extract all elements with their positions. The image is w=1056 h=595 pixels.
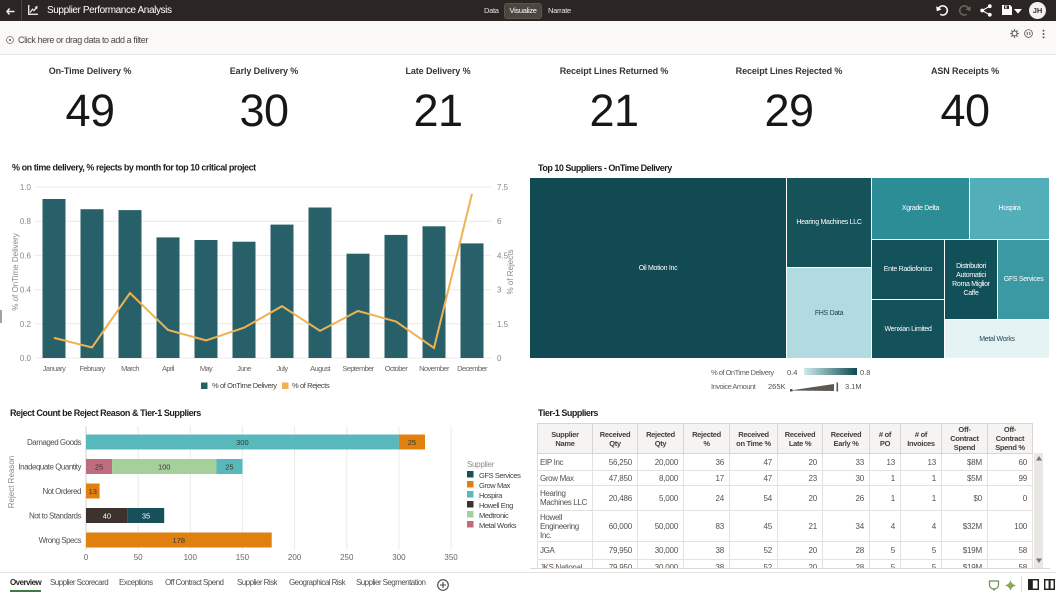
svg-text:Inadequate Quantity: Inadequate Quantity	[18, 463, 81, 472]
svg-text:December: December	[457, 364, 488, 373]
svg-text:Wrong Specs: Wrong Specs	[39, 536, 82, 545]
svg-text:7.5: 7.5	[497, 183, 509, 192]
svg-text:1.5: 1.5	[497, 320, 509, 329]
svg-text:1.0: 1.0	[20, 183, 32, 192]
svg-text:February: February	[79, 364, 105, 373]
svg-text:178: 178	[173, 536, 186, 545]
svg-text:6: 6	[497, 217, 502, 226]
svg-text:August: August	[310, 364, 331, 373]
svg-text:25: 25	[408, 438, 416, 447]
svg-text:Grow Max: Grow Max	[479, 481, 511, 490]
svg-text:% of OnTime Delivery: % of OnTime Delivery	[11, 233, 20, 311]
svg-text:3: 3	[497, 286, 502, 295]
svg-text:350: 350	[444, 553, 458, 562]
svg-text:40: 40	[103, 512, 111, 521]
svg-text:GFS Services: GFS Services	[479, 471, 521, 480]
svg-text:July: July	[277, 364, 289, 373]
svg-text:March: March	[121, 364, 139, 373]
svg-text:Not Ordered: Not Ordered	[42, 487, 81, 496]
svg-text:April: April	[162, 364, 175, 373]
svg-text:13: 13	[89, 487, 97, 496]
svg-text:Reject Reason: Reject Reason	[7, 456, 16, 508]
svg-text:January: January	[43, 364, 66, 373]
svg-text:0: 0	[84, 553, 89, 562]
svg-text:Medtronic: Medtronic	[479, 511, 509, 520]
svg-text:250: 250	[340, 553, 354, 562]
svg-text:0.2: 0.2	[20, 320, 32, 329]
svg-text:25: 25	[225, 463, 233, 472]
svg-text:35: 35	[142, 512, 150, 521]
svg-text:150: 150	[236, 553, 250, 562]
svg-text:25: 25	[95, 463, 103, 472]
svg-text:Supplier: Supplier	[467, 460, 495, 469]
svg-text:Hospira: Hospira	[479, 491, 503, 500]
svg-text:Metal Works: Metal Works	[479, 521, 517, 530]
svg-text:100: 100	[184, 553, 198, 562]
svg-text:0.0: 0.0	[20, 354, 32, 363]
svg-text:0.4: 0.4	[20, 286, 32, 295]
svg-text:October: October	[385, 364, 409, 373]
svg-text:% on time delivery, % rejects: % on time delivery, % rejects by month f…	[12, 163, 256, 173]
svg-text:200: 200	[288, 553, 302, 562]
svg-text:Not to Standards: Not to Standards	[29, 512, 82, 521]
svg-text:0.6: 0.6	[20, 251, 32, 260]
svg-text:0.8: 0.8	[20, 217, 32, 226]
svg-text:% of OnTime Delivery: % of OnTime Delivery	[212, 381, 277, 390]
svg-text:May: May	[200, 364, 213, 373]
svg-text:Damaged Goods: Damaged Goods	[27, 438, 81, 447]
svg-text:% of Rejects: % of Rejects	[506, 250, 515, 295]
svg-text:50: 50	[134, 553, 143, 562]
svg-text:June: June	[237, 364, 251, 373]
svg-text:100: 100	[158, 463, 171, 472]
svg-text:300: 300	[236, 438, 249, 447]
svg-text:300: 300	[392, 553, 406, 562]
svg-text:0: 0	[497, 354, 502, 363]
svg-text:September: September	[342, 364, 374, 373]
svg-text:Howell Eng: Howell Eng	[479, 501, 513, 510]
svg-text:% of Rejects: % of Rejects	[292, 381, 330, 390]
svg-text:November: November	[419, 364, 450, 373]
svg-text:Reject Count be Reject Reason: Reject Count be Reject Reason & Tier-1 S…	[10, 408, 201, 418]
